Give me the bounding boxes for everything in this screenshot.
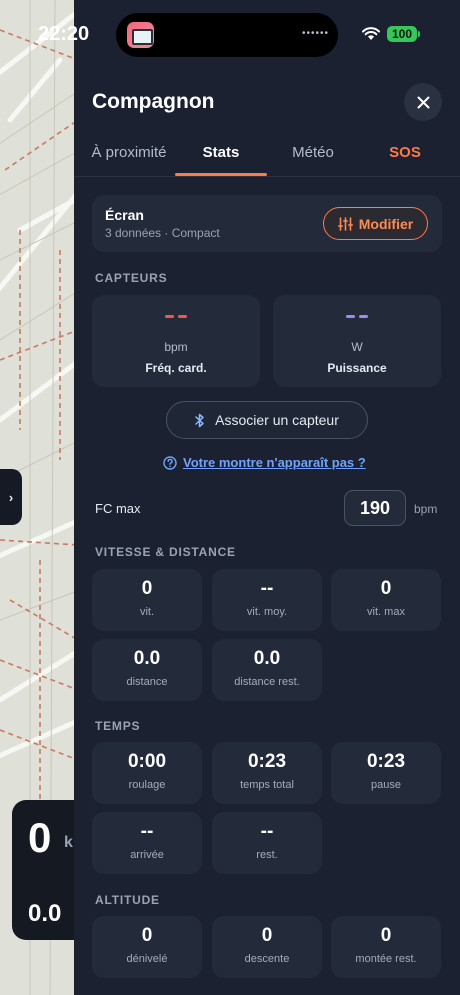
stat-value: 0.0: [253, 648, 281, 669]
stat-value: 0:00: [127, 751, 167, 772]
stat-label: pause: [371, 779, 401, 791]
stat-value: --: [260, 821, 274, 842]
stat-label: descente: [244, 953, 290, 965]
speed-value: 0: [28, 814, 52, 861]
stat-label: vit. max: [367, 606, 405, 618]
watch-help-link[interactable]: Votre montre n'apparaît pas ?: [163, 455, 366, 470]
bluetooth-icon: [195, 413, 204, 427]
modify-button-label: Modifier: [358, 215, 414, 232]
island-dots: ••••••: [302, 28, 330, 39]
fc-max-input[interactable]: 190: [344, 490, 406, 526]
chevron-right-icon: ›: [8, 489, 14, 505]
screen-config-card: Écran 3 données · Compact Modifier: [92, 195, 442, 252]
stat-label: montée rest.: [355, 953, 417, 965]
dynamic-island[interactable]: ••••••: [116, 13, 338, 57]
stat-descent[interactable]: 0 descente: [212, 916, 322, 978]
sensor-value-dash: [92, 315, 260, 318]
stat-arrival[interactable]: -- arrivée: [92, 812, 202, 874]
stat-value: 0: [261, 925, 273, 946]
stat-value: 0:23: [247, 751, 287, 772]
speed-secondary-value: 0.0: [28, 900, 62, 927]
stat-label: roulage: [128, 779, 166, 791]
sensor-value-dash: [273, 315, 441, 318]
section-sensors: CAPTEURS: [95, 271, 168, 285]
stat-pause-time[interactable]: 0:23 pause: [331, 742, 441, 804]
stat-value: 0.0: [133, 648, 161, 669]
screen-title: Écran: [105, 207, 144, 223]
stat-speed[interactable]: 0 vit.: [92, 569, 202, 631]
stat-value: --: [140, 821, 154, 842]
battery-level: 100: [391, 27, 413, 41]
stat-label: dénivelé: [126, 953, 168, 965]
close-icon: [417, 96, 429, 108]
sensor-heart-rate[interactable]: bpm Fréq. card.: [92, 295, 260, 387]
stat-total-time[interactable]: 0:23 temps total: [212, 742, 322, 804]
modify-button[interactable]: Modifier: [323, 207, 428, 240]
stat-value: 0: [380, 925, 392, 946]
tab-nearby[interactable]: À proximité: [74, 144, 184, 176]
status-time: 22:20: [38, 23, 90, 45]
battery-indicator: 100: [387, 26, 420, 42]
stat-time-remaining[interactable]: -- rest.: [212, 812, 322, 874]
stat-label: vit. moy.: [246, 606, 288, 618]
section-altitude: ALTITUDE: [95, 893, 160, 907]
sensor-label: Puissance: [327, 361, 387, 375]
screen-subtitle: 3 données · Compact: [105, 226, 220, 240]
stat-label: temps total: [240, 779, 294, 791]
sensor-label: Fréq. card.: [145, 361, 207, 375]
section-time: TEMPS: [95, 719, 141, 733]
help-circle-icon: [163, 455, 177, 470]
stat-distance[interactable]: 0.0 distance: [92, 639, 202, 701]
stat-label: distance: [126, 676, 168, 688]
speed-unit: k: [64, 834, 73, 851]
pair-sensor-label: Associer un capteur: [215, 412, 339, 428]
stat-value: 0: [380, 578, 392, 599]
sliders-icon: [337, 216, 353, 231]
tab-stats[interactable]: Stats: [175, 144, 267, 176]
panel-title: Compagnon: [92, 90, 215, 113]
sensor-unit: W: [351, 340, 363, 354]
panel-toggle-button[interactable]: ›: [0, 469, 22, 525]
stat-label: distance rest.: [234, 676, 300, 688]
wifi-icon: [362, 27, 380, 40]
stat-value: 0: [141, 925, 153, 946]
stat-max-speed[interactable]: 0 vit. max: [331, 569, 441, 631]
stat-label: vit.: [139, 606, 155, 618]
stat-distance-remaining[interactable]: 0.0 distance rest.: [212, 639, 322, 701]
stat-label: rest.: [256, 849, 278, 861]
app-icon: [127, 22, 154, 48]
tab-weather[interactable]: Météo: [267, 144, 359, 176]
stat-value: 0:23: [366, 751, 406, 772]
watch-help-link-text: Votre montre n'apparaît pas ?: [183, 455, 366, 470]
close-button[interactable]: [404, 83, 442, 121]
sensor-unit: bpm: [164, 340, 188, 354]
section-speed-distance: VITESSE & DISTANCE: [95, 545, 236, 559]
stat-avg-speed[interactable]: -- vit. moy.: [212, 569, 322, 631]
stat-riding-time[interactable]: 0:00 roulage: [92, 742, 202, 804]
sensor-power[interactable]: W Puissance: [273, 295, 441, 387]
stat-value: --: [260, 578, 274, 599]
companion-panel: Compagnon À proximité Stats Météo SOS Éc…: [74, 0, 460, 995]
tabs-divider: [74, 176, 460, 177]
fc-max-label: FC max: [95, 501, 141, 516]
stat-climb-remaining[interactable]: 0 montée rest.: [331, 916, 441, 978]
tab-sos[interactable]: SOS: [359, 144, 451, 176]
stat-label: arrivée: [130, 849, 164, 861]
stat-elevation-gain[interactable]: 0 dénivelé: [92, 916, 202, 978]
tab-bar: À proximité Stats Météo SOS: [74, 144, 460, 176]
fc-max-unit: bpm: [414, 502, 438, 516]
stat-value: 0: [141, 578, 153, 599]
pair-sensor-button[interactable]: Associer un capteur: [166, 401, 368, 439]
